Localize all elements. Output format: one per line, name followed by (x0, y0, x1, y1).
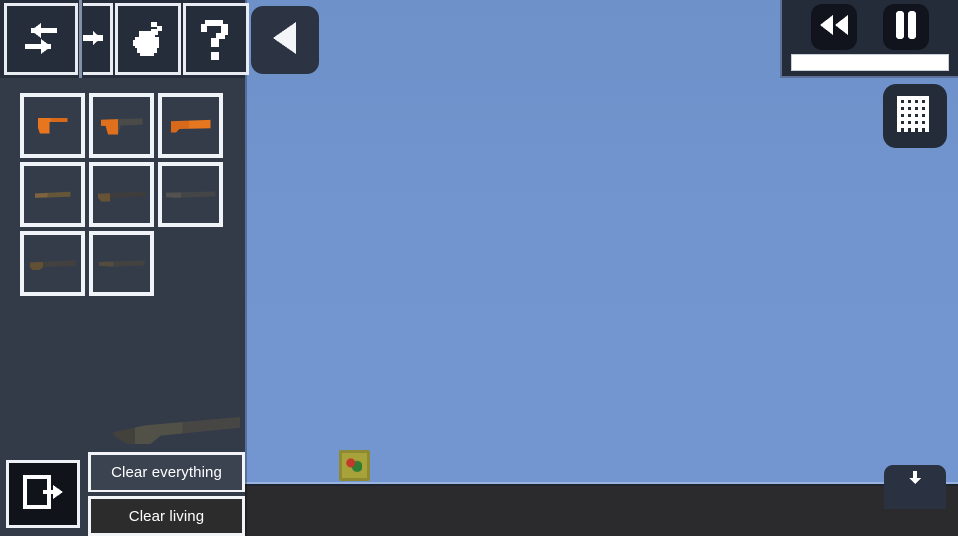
weapon-slot-sniper-rifle[interactable] (20, 231, 85, 296)
collapse-sidebar-button[interactable] (251, 6, 319, 74)
sniper-rifle-icon (29, 260, 76, 270)
clear-everything-label: Clear everything (111, 464, 222, 481)
download-icon (908, 471, 922, 492)
weapon-slot-assault-rifle[interactable] (89, 162, 154, 227)
pistol-icon (37, 117, 68, 134)
weapon-slot-pistol[interactable] (20, 93, 85, 158)
tool-button-next[interactable] (83, 3, 113, 75)
carbine-icon (34, 191, 71, 198)
weapon-grid (20, 93, 235, 296)
toolbar-divider (79, 0, 82, 78)
battle-rifle-icon (165, 191, 216, 198)
pause-button[interactable] (883, 4, 929, 50)
weapon-slot-battle-rifle[interactable] (158, 162, 223, 227)
swap-arrows-icon (19, 20, 63, 58)
weapon-slot-carbine[interactable] (20, 162, 85, 227)
spray-can-icon (127, 18, 169, 60)
smg-icon (100, 118, 143, 135)
app-root: Clear everything Clear living (0, 0, 958, 536)
weapon-slot-sawn-off-shotgun[interactable] (158, 93, 223, 158)
shotgun-icon (98, 260, 145, 267)
clear-everything-button[interactable]: Clear everything (88, 452, 245, 492)
rewind-button[interactable] (811, 4, 857, 50)
clear-living-label: Clear living (128, 507, 205, 525)
triangle-left-icon (268, 19, 302, 62)
weapon-slot-smg[interactable] (89, 93, 154, 158)
question-mark-icon (199, 16, 233, 62)
left-sidebar: Clear everything Clear living (0, 0, 249, 536)
tool-button-swap[interactable] (4, 3, 78, 75)
clear-living-button[interactable]: Clear living (88, 496, 245, 536)
sawn-off-shotgun-icon (170, 119, 211, 133)
crate-object[interactable] (339, 450, 370, 481)
arrow-to-bar-icon (83, 21, 110, 57)
tool-button-paint[interactable] (115, 3, 181, 75)
download-button[interactable] (884, 465, 946, 509)
grid-toggle-button[interactable] (883, 84, 947, 148)
tool-button-help[interactable] (183, 3, 249, 75)
timeline-slider[interactable] (791, 54, 949, 71)
playback-panel (780, 0, 958, 78)
playback-buttons (782, 4, 958, 50)
sidebar-toolbar (0, 0, 249, 78)
exit-button[interactable] (6, 460, 80, 528)
assault-rifle-icon (97, 191, 146, 202)
pause-icon (893, 10, 919, 45)
weapon-preview-sprite (112, 417, 240, 444)
weapon-slot-shotgun[interactable] (89, 231, 154, 296)
exit-door-icon (21, 472, 65, 517)
rewind-icon (817, 13, 851, 42)
grid-icon (895, 94, 935, 139)
clear-buttons-group: Clear everything Clear living (88, 452, 245, 536)
